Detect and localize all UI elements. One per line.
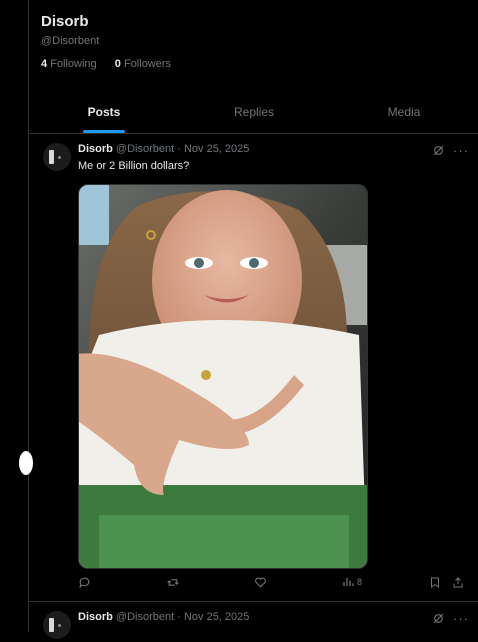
- retweet-button[interactable]: [166, 576, 180, 589]
- post-author-handle[interactable]: @Disorbent: [116, 611, 174, 623]
- following-link[interactable]: 4 Following: [41, 58, 97, 70]
- grok-icon[interactable]: [432, 144, 445, 157]
- profile-tabs: Posts Replies Media: [29, 92, 478, 134]
- followers-link[interactable]: 0 Followers: [115, 58, 171, 70]
- post[interactable]: Disorb @Disorbent · Nov 25, 2025 ···: [29, 602, 478, 642]
- more-icon[interactable]: ···: [453, 611, 469, 626]
- grok-icon[interactable]: [432, 612, 445, 625]
- views-count: 8: [357, 577, 363, 587]
- views-button[interactable]: 8: [342, 576, 362, 588]
- meta-separator: ·: [177, 143, 181, 155]
- avatar[interactable]: [43, 611, 71, 639]
- post-image[interactable]: [78, 184, 368, 569]
- post-meta: Disorb @Disorbent · Nov 25, 2025: [78, 611, 249, 623]
- reply-icon: [79, 577, 90, 589]
- more-icon[interactable]: ···: [453, 143, 469, 158]
- tab-posts[interactable]: Posts: [29, 92, 179, 133]
- profile-timeline-column: Disorb @Disorbent 4 Following 0 Follower…: [19, 0, 478, 639]
- tab-media[interactable]: Media: [329, 92, 478, 133]
- profile-name: Disorb: [41, 13, 89, 30]
- post-date[interactable]: Nov 25, 2025: [184, 143, 249, 155]
- bookmark-icon: [431, 577, 439, 588]
- avatar[interactable]: [43, 143, 71, 171]
- retweet-icon: [167, 579, 179, 586]
- reply-button[interactable]: [78, 576, 91, 589]
- profile-handle: @Disorbent: [41, 35, 100, 47]
- like-icon: [255, 577, 266, 588]
- views-icon: [343, 578, 354, 586]
- bookmark-button[interactable]: [429, 576, 441, 589]
- like-button[interactable]: [254, 576, 267, 589]
- post-text: Me or 2 Billion dollars?: [78, 160, 190, 172]
- meta-separator: ·: [177, 611, 181, 623]
- share-icon: [453, 577, 463, 588]
- post-date[interactable]: Nov 25, 2025: [184, 611, 249, 623]
- post-meta: Disorb @Disorbent · Nov 25, 2025: [78, 143, 249, 155]
- share-button[interactable]: [452, 576, 464, 589]
- post-author-name[interactable]: Disorb: [78, 143, 113, 155]
- follow-stats: 4 Following 0 Followers: [41, 58, 171, 70]
- post-actions: 8: [78, 576, 468, 594]
- post[interactable]: Disorb @Disorbent · Nov 25, 2025 Me or 2…: [29, 134, 478, 602]
- post-author-handle[interactable]: @Disorbent: [116, 143, 174, 155]
- post-author-name[interactable]: Disorb: [78, 611, 113, 623]
- tab-replies[interactable]: Replies: [179, 92, 329, 133]
